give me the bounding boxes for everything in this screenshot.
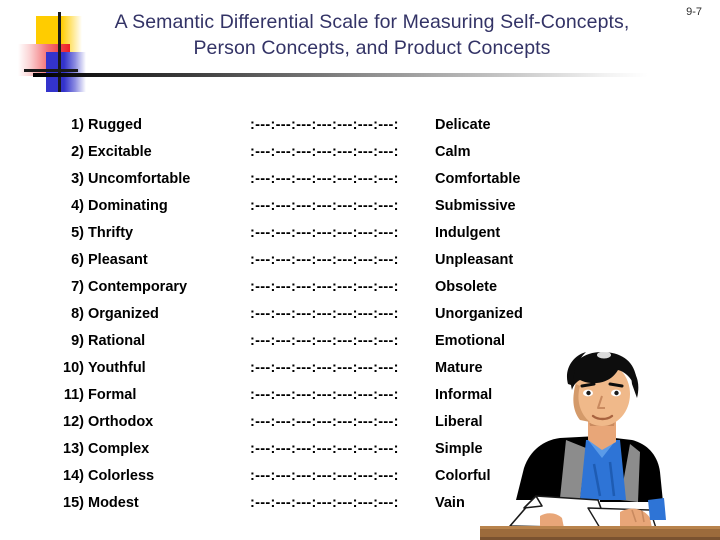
item-scale-marker[interactable]: :---:---:---:---:---:---:---: xyxy=(250,328,435,355)
item-number: 7) xyxy=(71,279,84,295)
item-left-adjective: Pleasant xyxy=(88,252,148,268)
item-number: 9) xyxy=(71,333,84,349)
scale-row: 5) Thrifty :---:---:---:---:---:---:---: In… xyxy=(0,220,720,247)
item-number: 5) xyxy=(71,225,84,241)
item-scale-marker[interactable]: :---:---:---:---:---:---:---: xyxy=(250,112,435,139)
scale-row: 3) Uncomfortable :---:---:---:---:---:---:… xyxy=(0,166,720,193)
scale-row: 6) Pleasant :---:---:---:---:---:---:---: U… xyxy=(0,247,720,274)
item-scale-marker[interactable]: :---:---:---:---:---:---:---: xyxy=(250,490,435,517)
logo-horizontal-line xyxy=(24,69,78,72)
item-right-adjective: Mature xyxy=(435,360,483,376)
item-scale-marker[interactable]: :---:---:---:---:---:---:---: xyxy=(250,247,435,274)
item-right-adjective: Liberal xyxy=(435,414,483,430)
item-left-adjective: Uncomfortable xyxy=(88,171,191,187)
logo-vertical-line xyxy=(58,12,61,92)
item-scale-marker[interactable]: :---:---:---:---:---:---:---: xyxy=(250,382,435,409)
item-scale-marker[interactable]: :---:---:---:---:---:---:---: xyxy=(250,166,435,193)
item-right-adjective: Indulgent xyxy=(435,225,501,241)
item-scale-marker[interactable]: :---:---:---:---:---:---:---: xyxy=(250,355,435,382)
item-scale-marker[interactable]: :---:---:---:---:---:---:---: xyxy=(250,436,435,463)
scale-row: 2) Excitable :---:---:---:---:---:---:---:… xyxy=(0,139,720,166)
item-left-adjective: Organized xyxy=(88,306,159,322)
item-number: 2) xyxy=(71,144,84,160)
item-number: 15) xyxy=(63,495,84,511)
decorative-logo xyxy=(18,12,96,92)
item-left-adjective: Contemporary xyxy=(88,279,188,295)
scale-row: 7) Contemporary :---:---:---:---:---:---:-… xyxy=(0,274,720,301)
item-left-adjective: Excitable xyxy=(88,144,152,160)
item-scale-marker[interactable]: :---:---:---:---:---:---:---: xyxy=(250,139,435,166)
logo-blue-square xyxy=(46,52,86,92)
item-left-adjective: Youthful xyxy=(88,360,146,376)
page-number: 9-7 xyxy=(686,6,702,18)
page-title: A Semantic Differential Scale for Measur… xyxy=(114,11,630,59)
item-right-adjective: Submissive xyxy=(435,198,516,214)
item-right-adjective: Delicate xyxy=(435,117,491,133)
item-left-adjective: Thrifty xyxy=(88,225,134,241)
item-number: 13) xyxy=(63,441,84,457)
item-left-adjective: Rugged xyxy=(88,117,142,133)
item-number: 12) xyxy=(63,414,84,430)
item-left-adjective: Orthodox xyxy=(88,414,154,430)
item-left-adjective: Formal xyxy=(88,387,137,403)
item-scale-marker[interactable]: :---:---:---:---:---:---:---: xyxy=(250,274,435,301)
scale-row: 4) Dominating :---:---:---:---:---:---:---… xyxy=(0,193,720,220)
item-number: 11) xyxy=(63,387,84,403)
item-number: 6) xyxy=(71,252,84,268)
scale-row: 8) Organized :---:---:---:---:---:---:---:… xyxy=(0,301,720,328)
item-right-adjective: Comfortable xyxy=(435,171,521,187)
item-right-adjective: Simple xyxy=(435,441,483,457)
item-right-adjective: Calm xyxy=(435,144,471,160)
item-left-adjective: Modest xyxy=(88,495,139,511)
item-left-adjective: Colorless xyxy=(88,468,155,484)
item-scale-marker[interactable]: :---:---:---:---:---:---:---: xyxy=(250,193,435,220)
scale-row: 1) Rugged :---:---:---:---:---:---:---: Del… xyxy=(0,112,720,139)
item-left-adjective: Rational xyxy=(88,333,146,349)
item-right-adjective: Unpleasant xyxy=(435,252,514,268)
item-right-adjective: Obsolete xyxy=(435,279,498,295)
item-left-adjective: Complex xyxy=(88,441,150,457)
item-scale-marker[interactable]: :---:---:---:---:---:---:---: xyxy=(250,220,435,247)
item-scale-marker[interactable]: :---:---:---:---:---:---:---: xyxy=(250,301,435,328)
person-at-desk-illustration xyxy=(480,351,720,540)
item-number: 8) xyxy=(71,306,84,322)
item-right-adjective: Unorganized xyxy=(435,306,523,322)
item-scale-marker[interactable]: :---:---:---:---:---:---:---: xyxy=(250,463,435,490)
item-number: 1) xyxy=(71,117,84,133)
item-right-adjective: Vain xyxy=(435,495,465,511)
item-number: 4) xyxy=(71,198,84,214)
item-number: 10) xyxy=(63,360,84,376)
item-left-adjective: Dominating xyxy=(88,198,168,214)
item-number: 14) xyxy=(63,468,84,484)
title-divider xyxy=(33,73,648,77)
item-scale-marker[interactable]: :---:---:---:---:---:---:---: xyxy=(250,409,435,436)
item-number: 3) xyxy=(71,171,84,187)
